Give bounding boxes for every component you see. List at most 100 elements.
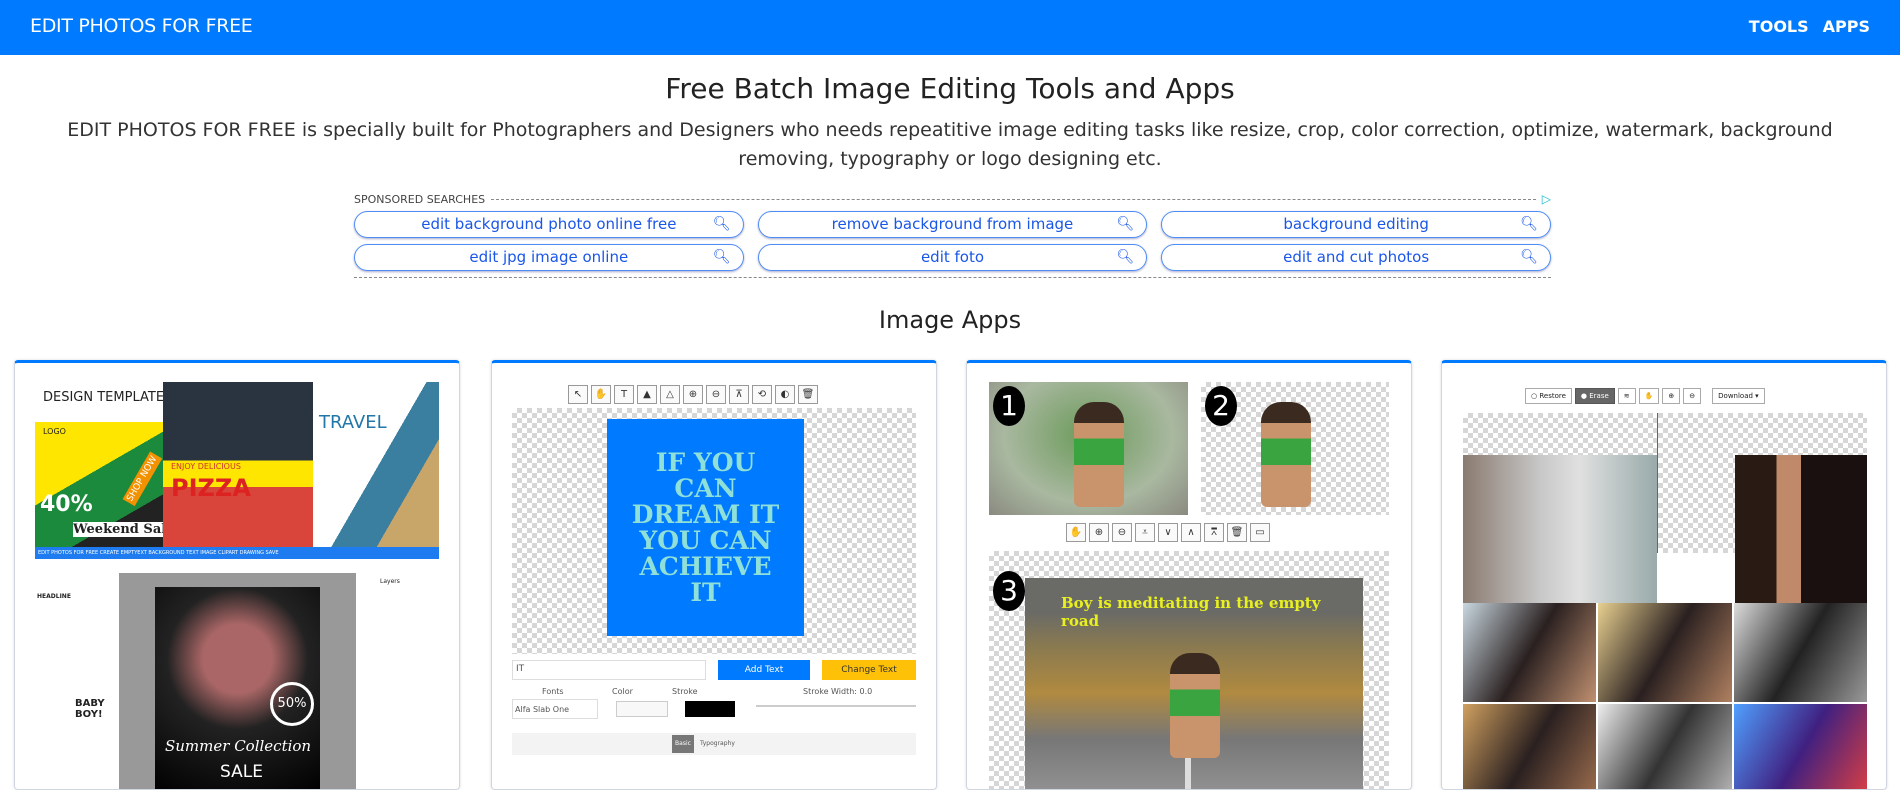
sale-text: SALE	[220, 762, 263, 782]
monitor-icon[interactable]: ▭	[1250, 523, 1270, 542]
search-icon: 🔍︎	[1116, 249, 1135, 265]
baby-text: BABY BOY!	[75, 698, 105, 720]
app-card-design-templates[interactable]: DESIGN TEMPLATES LOGO 40% Weekend Sale S…	[14, 360, 460, 790]
logo-text: LOGO	[43, 427, 66, 436]
layers-panel-title: Layers	[380, 578, 400, 585]
brand-link[interactable]: EDIT PHOTOS FOR FREE	[30, 15, 253, 37]
ad-search-button[interactable]: remove background from image 🔍︎	[757, 211, 1148, 238]
ad-label: remove background from image	[831, 215, 1074, 233]
art-text: IF YOU CAN DREAM IT YOU CAN ACHIEVE IT	[631, 447, 780, 607]
zoom-out-icon[interactable]: ⊖	[1683, 388, 1702, 404]
stroke-label: Stroke	[672, 687, 698, 696]
headline-text: HEADLINE	[37, 593, 71, 600]
search-icon: 🔍︎	[712, 216, 731, 232]
hand-icon[interactable]: ✋	[1066, 523, 1086, 542]
zoom-out-icon[interactable]: ⊖	[706, 385, 726, 404]
search-icon: 🔍︎	[1520, 249, 1538, 265]
trash-icon[interactable]: 🗑	[798, 385, 818, 404]
travel-text: TRAVEL	[319, 412, 387, 433]
sponsored-searches: SPONSORED SEARCHES ▷ edit background phot…	[354, 192, 1551, 278]
eraser-toolbar: ○ Restore ● Erase ≋ ✋ ⊕ ⊖ Download ▾	[1525, 388, 1765, 404]
color-label: Color	[612, 687, 633, 696]
zoom-out-icon[interactable]: ⊖	[1112, 523, 1132, 542]
search-icon: 🔍︎	[712, 249, 731, 265]
add-text-button[interactable]: Add Text	[718, 660, 810, 680]
weekend-text: Weekend Sale	[73, 522, 175, 537]
trash-icon[interactable]: 🗑	[1227, 523, 1247, 542]
font-select[interactable]: Alfa Slab One	[512, 699, 598, 719]
nav-tools[interactable]: TOOLS	[1749, 17, 1809, 36]
ad-search-button[interactable]: edit and cut photos 🔍︎	[1161, 244, 1551, 271]
hand-icon[interactable]: ✋	[591, 385, 611, 404]
ad-search-button[interactable]: background editing 🔍︎	[1161, 211, 1551, 238]
ad-label: edit jpg image online	[469, 248, 629, 266]
move-down-icon[interactable]: ∨	[1158, 523, 1178, 542]
typography-toolbar: ↖ ✋ T ▲ △ ⊕ ⊖ ⊼ ⟲ ◐ 🗑	[568, 385, 818, 404]
pct-text: 40%	[40, 492, 93, 517]
arc-icon[interactable]: ▲	[637, 385, 657, 404]
erased-photo	[1702, 455, 1867, 603]
align-top-icon[interactable]: ⊼	[729, 385, 749, 404]
stroke-width-label: Stroke Width: 0.0	[803, 687, 873, 696]
ad-search-button[interactable]: edit jpg image online 🔍︎	[354, 244, 744, 271]
ad-search-button[interactable]: edit foto 🔍︎	[757, 244, 1148, 271]
compose-toolbar: ✋ ⊕ ⊖ ⩡ ∨ ∧ ⩞ 🗑 ▭	[1066, 523, 1270, 542]
color-swatch[interactable]	[616, 701, 668, 717]
collage-heading: DESIGN TEMPLATES	[43, 390, 173, 405]
stroke-swatch[interactable]	[685, 701, 735, 717]
ad-label: edit background photo online free	[421, 215, 677, 233]
zoom-in-icon[interactable]: ⊕	[1662, 388, 1681, 404]
zoom-in-icon[interactable]: ⊕	[1089, 523, 1109, 542]
step-number: 1	[993, 386, 1025, 426]
templates-collage: DESIGN TEMPLATES LOGO 40% Weekend Sale S…	[35, 382, 439, 559]
erase-button[interactable]: ● Erase	[1574, 388, 1615, 404]
enjoy-text: ENJOY DELICIOUS	[171, 462, 241, 471]
hand-icon[interactable]: ✋	[1638, 388, 1660, 404]
brush-size-icon[interactable]: ≋	[1617, 388, 1636, 404]
step-number: 3	[993, 571, 1025, 611]
search-icon: 🔍︎	[1520, 216, 1538, 232]
step-number: 2	[1205, 386, 1237, 426]
restore-button[interactable]: ○ Restore	[1525, 388, 1572, 404]
text-input[interactable]: IT	[512, 660, 706, 680]
stroke-width-slider[interactable]	[756, 705, 916, 707]
ad-label: background editing	[1283, 215, 1429, 233]
send-back-icon[interactable]: ⩡	[1135, 523, 1155, 542]
app-card-eraser[interactable]: ○ Restore ● Erase ≋ ✋ ⊕ ⊖ Download ▾	[1441, 360, 1887, 790]
summer-text: Summer Collection	[165, 737, 312, 755]
app-card-typography[interactable]: ↖ ✋ T ▲ △ ⊕ ⊖ ⊼ ⟲ ◐ 🗑 IF YOU CAN DREAM IT YOU CAN …	[491, 360, 937, 790]
off-badge: 50%	[270, 682, 314, 726]
page-description: EDIT PHOTOS FOR FREE is specially built …	[67, 119, 1833, 170]
ad-label: edit foto	[920, 248, 985, 266]
arc-alt-icon[interactable]: △	[660, 385, 680, 404]
editor-menu-bar: EDIT PHOTOS FOR FREE CREATE EMPTYEXT BAC…	[35, 547, 439, 559]
pointer-icon[interactable]: ↖	[568, 385, 588, 404]
editor-canvas: Summer Collection SALE 50%	[119, 573, 356, 789]
text-icon[interactable]: T	[614, 385, 634, 404]
tab-typography[interactable]: Typography	[700, 740, 735, 747]
search-icon: 🔍︎	[1116, 216, 1135, 232]
adchoices-icon[interactable]: ▷	[1542, 192, 1551, 206]
nav-apps[interactable]: APPS	[1823, 17, 1870, 36]
change-text-button[interactable]: Change Text	[822, 660, 916, 680]
tab-basic[interactable]: Basic	[672, 735, 694, 753]
pizza-text: PIZZA	[171, 474, 251, 502]
bring-front-icon[interactable]: ⩞	[1204, 523, 1224, 542]
fonts-label: Fonts	[542, 687, 564, 696]
flip-icon[interactable]: ⟲	[752, 385, 772, 404]
zoom-in-icon[interactable]: ⊕	[683, 385, 703, 404]
download-dropdown[interactable]: Download ▾	[1712, 388, 1765, 404]
app-card-background-remover[interactable]: 1 2 ✋ ⊕ ⊖ ⩡ ∨ ∧ ⩞ 🗑 ▭ Boy is meditating in the e…	[966, 360, 1412, 790]
ads-label: SPONSORED SEARCHES	[354, 192, 486, 206]
text-canvas[interactable]: IF YOU CAN DREAM IT YOU CAN ACHIEVE IT	[512, 408, 916, 654]
ad-search-button[interactable]: edit background photo online free 🔍︎	[354, 211, 744, 238]
filter-previews	[1463, 603, 1867, 789]
navbar: EDIT PHOTOS FOR FREE TOOLS APPS	[0, 0, 1900, 55]
page-title: Free Batch Image Editing Tools and Apps	[665, 72, 1235, 105]
original-photo	[1463, 455, 1657, 603]
move-up-icon[interactable]: ∧	[1181, 523, 1201, 542]
composite-caption: Boy is meditating in the empty road	[1061, 594, 1321, 630]
layers-icon[interactable]: ◐	[775, 385, 795, 404]
section-title: Image Apps	[878, 306, 1022, 334]
ad-label: edit and cut photos	[1283, 248, 1430, 266]
